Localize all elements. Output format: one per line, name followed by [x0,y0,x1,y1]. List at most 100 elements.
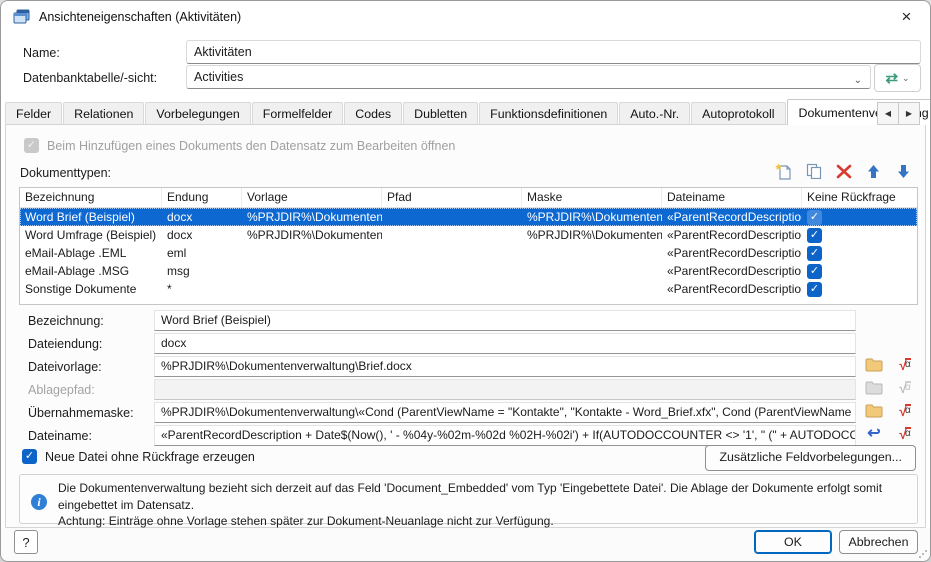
doctypes-label: Dokumenttypen: [20,166,111,180]
cell-dateiname: «ParentRecordDescriptior [662,226,802,244]
copy-icon[interactable] [804,162,823,180]
dateivorlage-label: Dateivorlage: [28,357,154,378]
doctypes-toolbar [774,162,913,180]
keine-rueckfrage-checkbox[interactable]: ✓ [807,228,822,243]
dateiname-input[interactable]: «ParentRecordDescription + Date$(Now(), … [154,425,856,446]
cell-dateiname: «ParentRecordDescriptior [662,262,802,280]
col-maske[interactable]: Maske [522,188,662,207]
new-document-icon[interactable] [774,162,793,180]
name-input[interactable]: Aktivitäten [186,40,921,64]
open-record-checkbox: ✓ [24,138,39,153]
col-dateiname[interactable]: Dateiname [662,188,802,207]
dateivorlage-input[interactable]: %PRJDIR%\Dokumentenverwaltung\Brief.docx [154,356,856,377]
new-file-checkbox-label: Neue Datei ohne Rückfrage erzeugen [45,450,255,464]
dateiendung-input[interactable]: docx [154,333,856,354]
folder-icon[interactable] [863,356,885,374]
cell-dateiname: «ParentRecordDescriptior [662,208,802,226]
cell-endung: eml [162,244,242,262]
title-bar: Ansichteneigenschaften (Aktivitäten) × [1,1,930,33]
keine-rueckfrage-checkbox[interactable]: ✓ [807,264,822,279]
footer: ? OK Abbrechen [1,528,930,561]
name-label: Name: [23,41,60,65]
tab-autoprotokoll[interactable]: Autoprotokoll [691,102,785,125]
tab-page-dokumentenverwaltung: ✓ Beim Hinzufügen eines Dokuments den Da… [5,124,926,528]
help-icon[interactable]: ? [14,530,38,554]
new-file-checkbox-row[interactable]: ✓ Neue Datei ohne Rückfrage erzeugen [22,449,255,464]
sync-table-button[interactable]: ⇄ ⌄ [874,64,921,92]
table-row[interactable]: eMail-Ablage .EML eml «ParentRecordDescr… [20,244,917,262]
cell-bezeichnung: Sonstige Dokumente [20,280,162,298]
tab-strip: Felder Relationen Vorbelegungen Formelfe… [5,101,871,125]
view-properties-dialog: Ansichteneigenschaften (Aktivitäten) × N… [0,0,931,562]
cell-maske: %PRJDIR%\Dokumentenv [522,226,662,244]
cell-dateiname: «ParentRecordDescriptior [662,280,802,298]
cancel-button[interactable]: Abbrechen [839,530,918,554]
doctypes-table[interactable]: Bezeichnung Endung Vorlage Pfad Maske Da… [19,187,918,305]
keine-rueckfrage-checkbox[interactable]: ✓ [807,246,822,261]
move-down-icon[interactable] [894,162,913,180]
formula-icon[interactable]: √α [894,425,916,443]
table-row[interactable]: Sonstige Dokumente * «ParentRecordDescri… [20,280,917,298]
open-record-checkbox-row: ✓ Beim Hinzufügen eines Dokuments den Da… [24,138,455,153]
bezeichnung-label: Bezeichnung: [28,311,154,332]
col-pfad[interactable]: Pfad [382,188,522,207]
formula-icon: √α [894,379,916,397]
cell-vorlage: %PRJDIR%\Dokumentenv [242,226,382,244]
open-record-checkbox-label: Beim Hinzufügen eines Dokuments den Date… [47,139,455,153]
cell-bezeichnung: eMail-Ablage .MSG [20,262,162,280]
table-row[interactable]: eMail-Ablage .MSG msg «ParentRecordDescr… [20,262,917,280]
cell-endung: docx [162,226,242,244]
keine-rueckfrage-checkbox[interactable]: ✓ [807,282,822,297]
ablagepfad-input [154,379,856,400]
tab-scroll-buttons: ◀ ▶ [877,102,920,125]
cell-bezeichnung: Word Umfrage (Beispiel) [20,226,162,244]
tab-scroll-right-icon[interactable]: ▶ [898,102,920,125]
formula-icon[interactable]: √α [894,356,916,374]
formula-icon[interactable]: √α [894,402,916,420]
tab-funktionsdefinitionen[interactable]: Funktionsdefinitionen [479,102,618,125]
info-icon: i [31,494,47,510]
database-table-select[interactable]: Activities ⌄ [186,65,871,89]
tab-scroll-left-icon[interactable]: ◀ [877,102,898,125]
tab-dubletten[interactable]: Dubletten [403,102,478,125]
tab-felder[interactable]: Felder [5,102,62,125]
bezeichnung-input[interactable]: Word Brief (Beispiel) [154,310,856,331]
uebernahmemaske-input[interactable]: %PRJDIR%\Dokumentenverwaltung\«Cond (Par… [154,402,856,423]
col-bezeichnung[interactable]: Bezeichnung [20,188,162,207]
folder-icon[interactable] [863,402,885,420]
delete-icon[interactable] [834,162,853,180]
chevron-down-icon: ⌄ [854,70,862,89]
cell-vorlage: %PRJDIR%\Dokumentenv [242,208,382,226]
new-file-checkbox[interactable]: ✓ [22,449,37,464]
tab-relationen[interactable]: Relationen [63,102,144,125]
doctypes-table-header: Bezeichnung Endung Vorlage Pfad Maske Da… [20,188,917,208]
cell-bezeichnung: Word Brief (Beispiel) [20,208,162,226]
table-row[interactable]: Word Brief (Beispiel) docx %PRJDIR%\Doku… [20,208,917,226]
close-icon[interactable]: × [884,2,929,32]
col-vorlage[interactable]: Vorlage [242,188,382,207]
ok-button[interactable]: OK [754,530,832,554]
cell-endung: * [162,280,242,298]
resize-grip[interactable] [919,550,927,558]
tab-vorbelegungen[interactable]: Vorbelegungen [145,102,250,125]
chevron-down-icon: ⌄ [902,73,910,84]
col-keine-rueckfrage[interactable]: Keine Rückfrage [802,188,917,207]
col-endung[interactable]: Endung [162,188,242,207]
move-up-icon[interactable] [864,162,883,180]
tab-auto-nr[interactable]: Auto.-Nr. [619,102,690,125]
undo-arrow-icon[interactable]: ↩ [863,425,885,443]
dateiendung-label: Dateiendung: [28,334,154,355]
extra-field-defaults-button[interactable]: Zusätzliche Feldvorbelegungen... [705,445,916,471]
folder-icon [863,379,885,397]
info-box: i Die Dokumentenverwaltung bezieht sich … [19,474,918,524]
database-table-value: Activities [194,70,243,84]
tab-formelfelder[interactable]: Formelfelder [252,102,344,125]
info-text-line1: Die Dokumentenverwaltung bezieht sich de… [58,480,907,513]
window-icon [13,9,30,25]
database-table-label: Datenbanktabelle/-sicht: [23,66,157,90]
keine-rueckfrage-checkbox[interactable]: ✓ [807,210,822,225]
cell-endung: msg [162,262,242,280]
tab-codes[interactable]: Codes [344,102,402,125]
cell-maske: %PRJDIR%\Dokumentenv [522,208,662,226]
table-row[interactable]: Word Umfrage (Beispiel) docx %PRJDIR%\Do… [20,226,917,244]
